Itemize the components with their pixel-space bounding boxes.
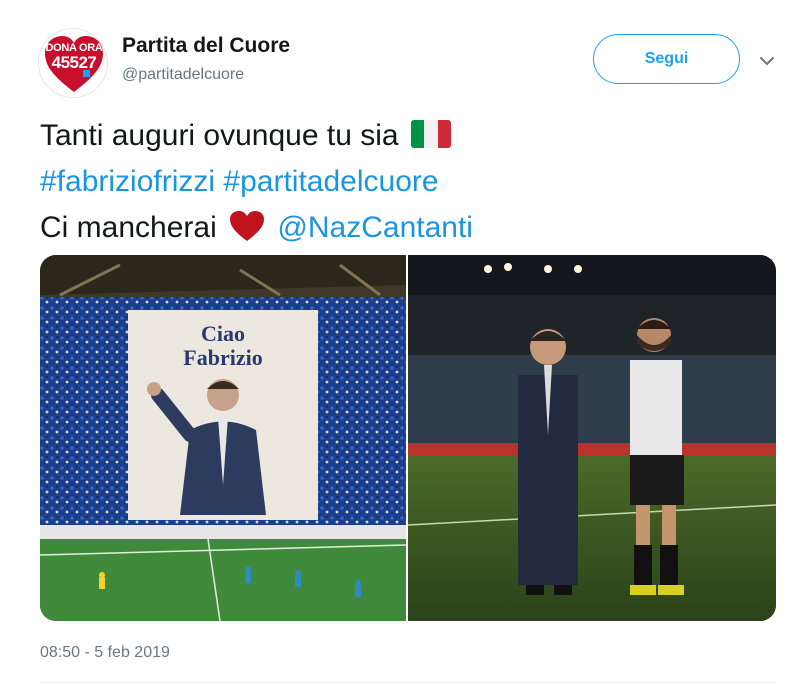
hashtag-link[interactable]: #partitadelcuore [223, 165, 438, 198]
red-heart-icon [230, 211, 265, 242]
account-name[interactable]: Partita del Cuore [122, 34, 290, 58]
pitch-interview-photo[interactable] [408, 255, 776, 621]
chevron-down-icon[interactable] [756, 50, 778, 72]
avatar[interactable]: DONA ORA 45527 [38, 28, 108, 98]
stadium-banner-photo[interactable]: Ciao Fabrizio [40, 255, 406, 621]
tweet-text-line1: Tanti auguri ovunque tu sia [40, 119, 399, 152]
hashtag-link[interactable]: #fabriziofrizzi [40, 165, 215, 198]
tweet-text-line3: Ci mancherai [40, 211, 217, 244]
tweet-text: Tanti auguri ovunque tu sia #fabriziofri… [40, 113, 780, 251]
tweet-line-1: Tanti auguri ovunque tu sia [40, 113, 780, 159]
follow-button[interactable]: Segui [593, 34, 740, 84]
banner-text-ciao: Ciao [201, 321, 245, 346]
account-handle[interactable]: @partitadelcuore [122, 66, 244, 84]
avatar-text-number: 45527 [51, 53, 97, 72]
tweet-header: DONA ORA 45527 Partita del Cuore @partit… [38, 28, 790, 98]
tweet-line-2: #fabriziofrizzi #partitadelcuore [40, 159, 780, 205]
banner-text-fabrizio: Fabrizio [183, 345, 262, 370]
italy-flag-icon [410, 120, 451, 149]
tweet-timestamp[interactable]: 08:50 - 5 feb 2019 [40, 644, 170, 662]
tweet-media[interactable]: Ciao Fabrizio [40, 255, 776, 621]
tweet-line-3: Ci mancherai @NazCantanti [40, 205, 780, 251]
mention-link[interactable]: @NazCantanti [277, 211, 473, 244]
